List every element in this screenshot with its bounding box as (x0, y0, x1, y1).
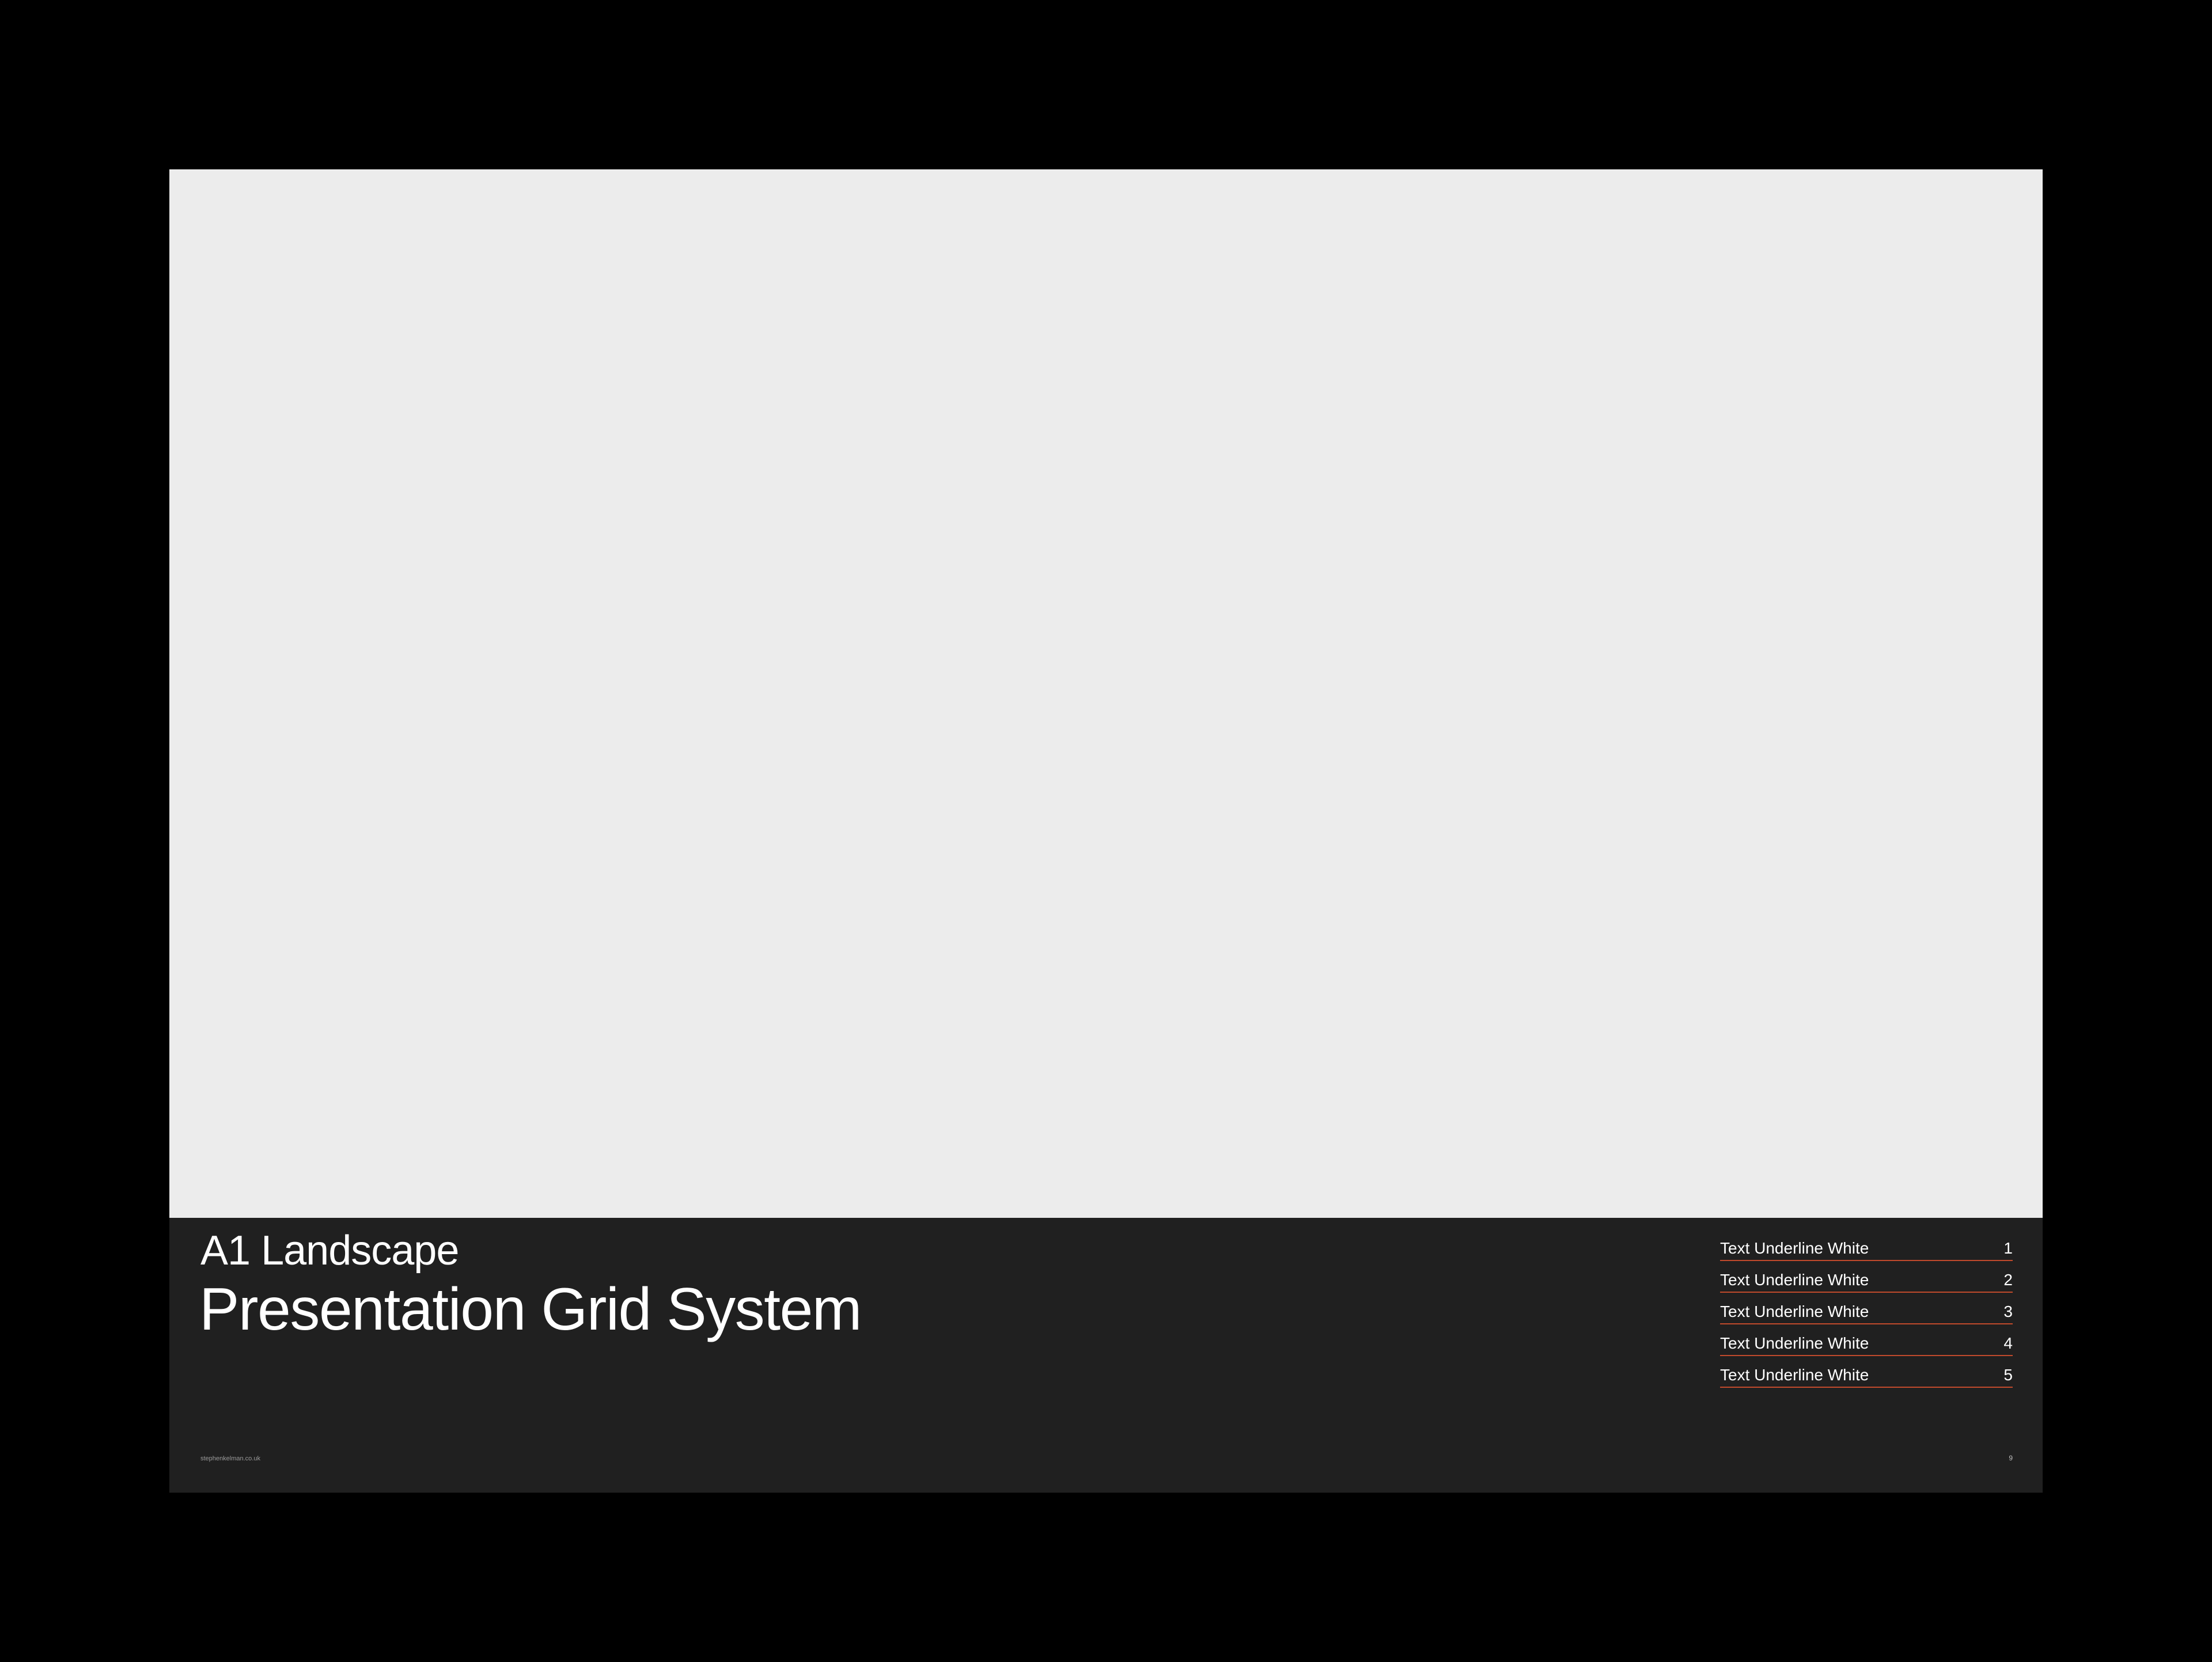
index-item-number: 4 (2003, 1334, 2013, 1352)
image-placeholder (169, 169, 2043, 1218)
footer-page-number: 9 (2009, 1454, 2013, 1462)
index-item-number: 1 (2003, 1239, 2013, 1257)
index-item: Text Underline White 5 (1720, 1358, 2013, 1388)
index-item: Text Underline White 3 (1720, 1294, 2013, 1324)
slide-title: Presentation Grid System (199, 1276, 862, 1343)
index-item: Text Underline White 1 (1720, 1231, 2013, 1261)
index-item-number: 3 (2003, 1303, 2013, 1320)
index-item: Text Underline White 4 (1720, 1326, 2013, 1356)
index-item-label: Text Underline White (1720, 1366, 1869, 1384)
index-item: Text Underline White 2 (1720, 1263, 2013, 1293)
slide-subtitle: A1 Landscape (200, 1228, 459, 1274)
index-item-label: Text Underline White (1720, 1271, 1869, 1289)
index-item-label: Text Underline White (1720, 1334, 1869, 1352)
index-list: Text Underline White 1 Text Underline Wh… (1720, 1231, 2013, 1390)
index-item-label: Text Underline White (1720, 1239, 1869, 1257)
index-item-label: Text Underline White (1720, 1303, 1869, 1320)
footer-website: stephenkelman.co.uk (200, 1455, 260, 1462)
index-item-number: 5 (2003, 1366, 2013, 1384)
index-item-number: 2 (2003, 1271, 2013, 1289)
presentation-slide: A1 Landscape Presentation Grid System Te… (169, 169, 2043, 1493)
